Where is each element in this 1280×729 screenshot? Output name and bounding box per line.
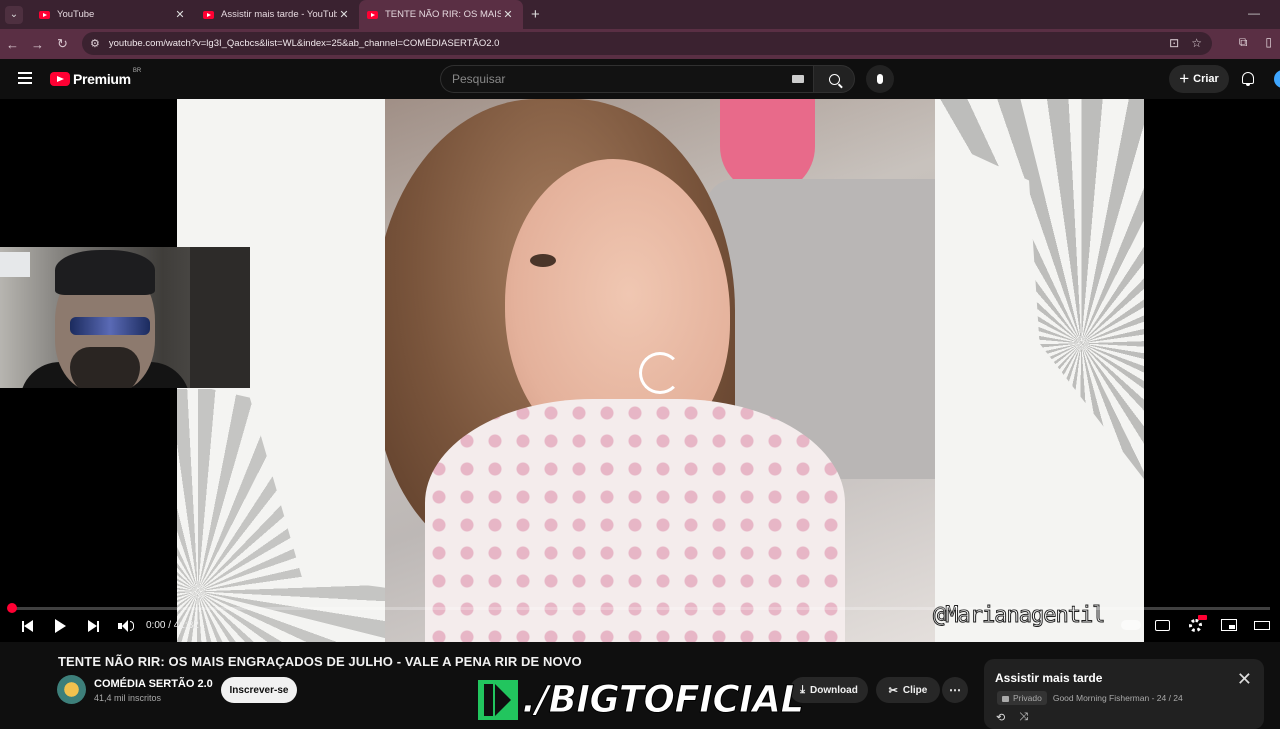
- search-icon: [828, 73, 840, 85]
- shuffle-icon[interactable]: ⤨: [1019, 711, 1028, 724]
- video-title: TENTE NÃO RIR: OS MAIS ENGRAÇADOS DE JUL…: [58, 654, 582, 669]
- next-button[interactable]: [86, 616, 100, 636]
- close-tab-icon[interactable]: ✕: [501, 8, 515, 21]
- progress-bar[interactable]: [7, 603, 1270, 613]
- theater-mode-button[interactable]: [1253, 617, 1271, 633]
- more-actions-button[interactable]: ⋯: [942, 677, 968, 703]
- subtitles-button[interactable]: [1153, 617, 1171, 633]
- youtube-favicon-icon: [39, 10, 50, 19]
- privacy-badge: Privado: [997, 691, 1047, 705]
- webcam-door: [190, 247, 250, 388]
- plus-icon: +: [1179, 69, 1190, 88]
- child-eye: [530, 254, 556, 267]
- search-button[interactable]: [813, 65, 855, 93]
- previous-button[interactable]: [20, 616, 34, 636]
- autoplay-icon: [1121, 620, 1141, 630]
- voice-search-button[interactable]: [866, 65, 894, 93]
- install-app-icon[interactable]: ⊡: [1169, 36, 1179, 50]
- loading-spinner-icon: [639, 352, 681, 394]
- webcam-window: [0, 252, 30, 277]
- new-tab-button[interactable]: +: [531, 6, 540, 23]
- channel-avatar[interactable]: [57, 675, 86, 704]
- webcam-person-cap: [55, 250, 155, 295]
- next-icon: [87, 620, 97, 632]
- logo-text: Premium: [73, 71, 131, 87]
- playlist-meta: Privado Good Morning Fisherman - 24 / 24: [997, 691, 1183, 705]
- time-display: 0:00 / 41:32: [146, 620, 199, 631]
- playlist-controls: ⟲ ⤨: [996, 711, 1028, 724]
- playlist-title[interactable]: Assistir mais tarde: [995, 671, 1102, 685]
- url-text[interactable]: youtube.com/watch?v=lg3I_Qacbcs&list=WL&…: [109, 38, 500, 49]
- youtube-header: Premium BR + Criar: [0, 59, 1280, 99]
- privacy-label: Privado: [1013, 693, 1042, 703]
- close-tab-icon[interactable]: ✕: [173, 8, 187, 21]
- create-button[interactable]: + Criar: [1169, 65, 1229, 93]
- scissors-icon: ✂: [888, 684, 898, 697]
- channel-name[interactable]: COMÉDIA SERTÃO 2.0: [94, 678, 213, 690]
- miniplayer-icon: [1221, 619, 1237, 631]
- play-button[interactable]: [53, 616, 67, 636]
- gear-icon: [1188, 618, 1202, 632]
- subscribe-button[interactable]: Inscrever-se: [221, 677, 297, 703]
- address-bar-row: ← → ↻ ⚙ youtube.com/watch?v=lg3I_Qacbcs&…: [0, 29, 1280, 59]
- keyboard-icon[interactable]: [792, 75, 804, 83]
- lock-icon: [1002, 696, 1009, 702]
- tab-label: YouTube: [57, 9, 95, 20]
- tab-youtube[interactable]: YouTube ✕: [31, 0, 195, 29]
- tab-search-button[interactable]: ⌄: [5, 5, 23, 24]
- notifications-bell-icon[interactable]: [1242, 72, 1254, 86]
- browser-tab-strip: ⌄ YouTube ✕ Assistir mais tarde - YouTub…: [0, 0, 1280, 29]
- minimize-window-icon[interactable]: —: [1248, 6, 1260, 20]
- loop-icon[interactable]: ⟲: [996, 711, 1005, 724]
- subtitles-icon: [1154, 619, 1170, 631]
- settings-button[interactable]: [1186, 615, 1207, 633]
- volume-button[interactable]: [118, 616, 134, 636]
- tab-current-video[interactable]: TENTE NÃO RIR: OS MAIS ENGR ✕: [359, 0, 523, 29]
- webcam-person-beard: [70, 347, 140, 388]
- omnibox[interactable]: ⚙ youtube.com/watch?v=lg3I_Qacbcs&list=W…: [82, 32, 1212, 55]
- search-input[interactable]: [441, 66, 771, 92]
- close-tab-icon[interactable]: ✕: [337, 8, 351, 21]
- streamer-overlay: ./BIGTOFICIAL: [478, 678, 805, 722]
- search-box: [440, 65, 814, 93]
- back-icon[interactable]: ←: [0, 37, 25, 52]
- child-pajamas: [425, 399, 845, 642]
- miniplayer-button[interactable]: [1220, 617, 1238, 633]
- youtube-favicon-icon: [203, 10, 214, 19]
- close-icon[interactable]: ✕: [1237, 669, 1252, 690]
- youtube-premium-logo[interactable]: Premium BR: [50, 68, 142, 87]
- playlist-panel: Assistir mais tarde Privado Good Morning…: [984, 659, 1264, 729]
- youtube-logo-icon: [50, 72, 70, 86]
- tab-watch-later[interactable]: Assistir mais tarde - YouTube ✕: [195, 0, 359, 29]
- download-label: Download: [810, 684, 858, 696]
- hd-badge: [1198, 615, 1207, 620]
- microphone-icon: [877, 74, 883, 84]
- autoplay-toggle[interactable]: [1120, 617, 1142, 633]
- bookmark-star-icon[interactable]: ☆: [1191, 36, 1202, 50]
- reload-icon[interactable]: ↻: [50, 36, 75, 52]
- create-label: Criar: [1193, 73, 1219, 85]
- site-info-icon[interactable]: ⚙: [90, 37, 100, 50]
- country-code: BR: [132, 68, 142, 74]
- youtube-favicon-icon: [367, 10, 378, 19]
- sidebar-icon[interactable]: ▯: [1265, 35, 1272, 50]
- clip-label: Clipe: [902, 684, 928, 696]
- webcam-person-sunglasses: [70, 317, 150, 335]
- webcam-overlay: [0, 247, 250, 388]
- account-avatar[interactable]: [1274, 70, 1280, 88]
- clip-button[interactable]: ✂ Clipe: [876, 677, 940, 703]
- tab-label: Assistir mais tarde - YouTube: [221, 9, 337, 20]
- streamer-tag: ./BIGTOFICIAL: [522, 678, 805, 722]
- play-icon: [54, 619, 66, 633]
- subscriber-count: 41,4 mil inscritos: [94, 693, 162, 703]
- playlist-now-playing: Good Morning Fisherman - 24 / 24: [1052, 693, 1183, 703]
- extensions-icon[interactable]: ⧉: [1239, 35, 1248, 50]
- tab-label: TENTE NÃO RIR: OS MAIS ENGR: [385, 9, 501, 20]
- theater-icon: [1254, 620, 1270, 630]
- kick-logo-icon: [478, 679, 518, 720]
- forward-icon[interactable]: →: [25, 37, 50, 52]
- menu-icon[interactable]: [18, 72, 32, 84]
